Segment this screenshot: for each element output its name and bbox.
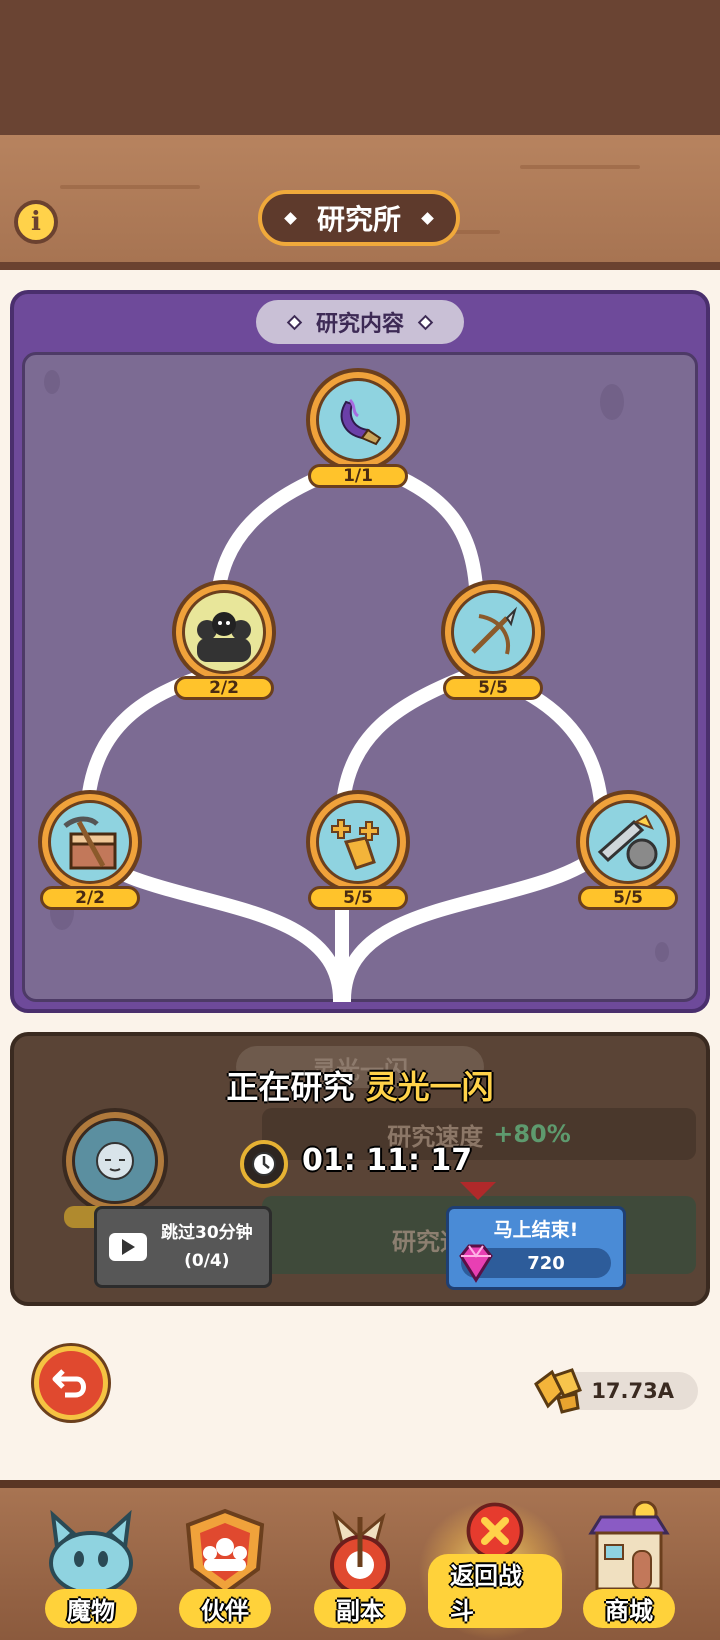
skip-30min-button[interactable]: 跳过30分钟 (0/4) — [94, 1206, 272, 1288]
shadow-crowd-icon — [197, 612, 251, 662]
sleepy-face-icon — [96, 1142, 134, 1180]
finish-now-button[interactable]: 马上结束! 720 — [446, 1206, 626, 1290]
node-content — [182, 590, 266, 674]
finish-indicator-arrow — [460, 1182, 496, 1200]
node-level-badge: 1/1 — [308, 464, 408, 488]
researching-name: 灵光一闪 — [365, 1068, 494, 1106]
diamond-icon — [417, 314, 434, 330]
research-node-spear[interactable]: 5/5 — [441, 580, 545, 700]
research-node-craft[interactable]: 2/2 — [38, 790, 142, 910]
node-level-badge: 2/2 — [40, 886, 140, 910]
timer-icon — [240, 1140, 288, 1188]
info-icon: i — [31, 207, 41, 237]
research-node-flash[interactable]: 1/1 — [306, 368, 410, 488]
dungeon-icon — [330, 1510, 390, 1595]
purple-flame-blade-icon — [340, 398, 382, 446]
top-banner — [0, 0, 720, 135]
saw-blade-icon — [597, 814, 658, 870]
spear-bow-icon — [471, 606, 518, 655]
info-button[interactable]: i — [14, 200, 58, 244]
node-frame — [306, 368, 410, 472]
skip-count: (0/4) — [184, 1251, 230, 1271]
current-research-node — [62, 1108, 168, 1214]
finish-cost: 720 — [459, 1244, 611, 1283]
nav-dungeon[interactable]: 副本 — [295, 1500, 425, 1636]
research-node-gold[interactable]: 5/5 — [306, 790, 410, 910]
research-node-crowd[interactable]: 2/2 — [172, 580, 276, 700]
diamond-icon — [421, 211, 434, 225]
nav-label: 副本 — [314, 1589, 406, 1628]
researching-prefix: 正在研究 — [226, 1068, 355, 1106]
research-node-saw[interactable]: 5/5 — [576, 790, 680, 910]
gold-ore-icon — [534, 1368, 582, 1414]
clock-icon — [252, 1152, 276, 1176]
nav-partner[interactable]: 伙伴 — [160, 1500, 290, 1636]
gold-plus-icon — [331, 819, 379, 870]
skip-label: 跳过30分钟 — [161, 1223, 253, 1243]
node-frame — [576, 790, 680, 894]
page-title: 研究所 — [258, 190, 460, 246]
diamond-icon — [286, 314, 303, 330]
node-level-badge: 2/2 — [174, 676, 274, 700]
partner-icon — [185, 1508, 265, 1596]
video-play-icon — [109, 1233, 147, 1261]
nav-monster[interactable]: 魔物 — [26, 1500, 156, 1636]
node-content — [72, 1118, 158, 1204]
gold-amount: 17.73A — [591, 1379, 674, 1403]
pickaxe-crate-icon — [63, 816, 117, 870]
nav-label: 伙伴 — [179, 1589, 271, 1628]
node-frame — [172, 580, 276, 684]
nav-shop[interactable]: 商城 — [564, 1500, 694, 1636]
node-content — [48, 800, 132, 884]
node-frame — [306, 790, 410, 894]
close-battle-icon — [466, 1502, 524, 1560]
nav-label: 商城 — [583, 1589, 675, 1628]
research-content-tag: 研究内容 — [256, 300, 464, 344]
gem-icon — [459, 1244, 493, 1283]
research-speed-value: +80% — [493, 1120, 571, 1148]
node-content — [316, 378, 400, 462]
nav-return-battle[interactable]: 返回战斗 — [418, 1500, 568, 1640]
back-button[interactable] — [34, 1346, 108, 1420]
researching-title: 正在研究 灵光一闪 — [0, 1062, 720, 1108]
node-content — [586, 800, 670, 884]
node-content — [316, 800, 400, 884]
finish-cost-value: 720 — [527, 1252, 565, 1274]
node-content — [451, 590, 535, 674]
diamond-icon — [284, 211, 297, 225]
page-title-text: 研究所 — [316, 203, 401, 236]
shop-icon — [588, 1501, 670, 1591]
node-frame — [441, 580, 545, 684]
node-level-badge: 5/5 — [578, 886, 678, 910]
finish-now-label: 马上结束! — [493, 1219, 579, 1241]
node-level-badge: 5/5 — [443, 676, 543, 700]
node-level-badge: 5/5 — [308, 886, 408, 910]
undo-arrow-icon — [52, 1369, 86, 1398]
nav-label: 魔物 — [45, 1589, 137, 1628]
nav-label: 返回战斗 — [428, 1554, 562, 1628]
research-content-label: 研究内容 — [315, 312, 404, 337]
monster-icon — [49, 1509, 133, 1595]
node-frame — [38, 790, 142, 894]
research-timer: 01: 11: 17 — [302, 1143, 473, 1178]
